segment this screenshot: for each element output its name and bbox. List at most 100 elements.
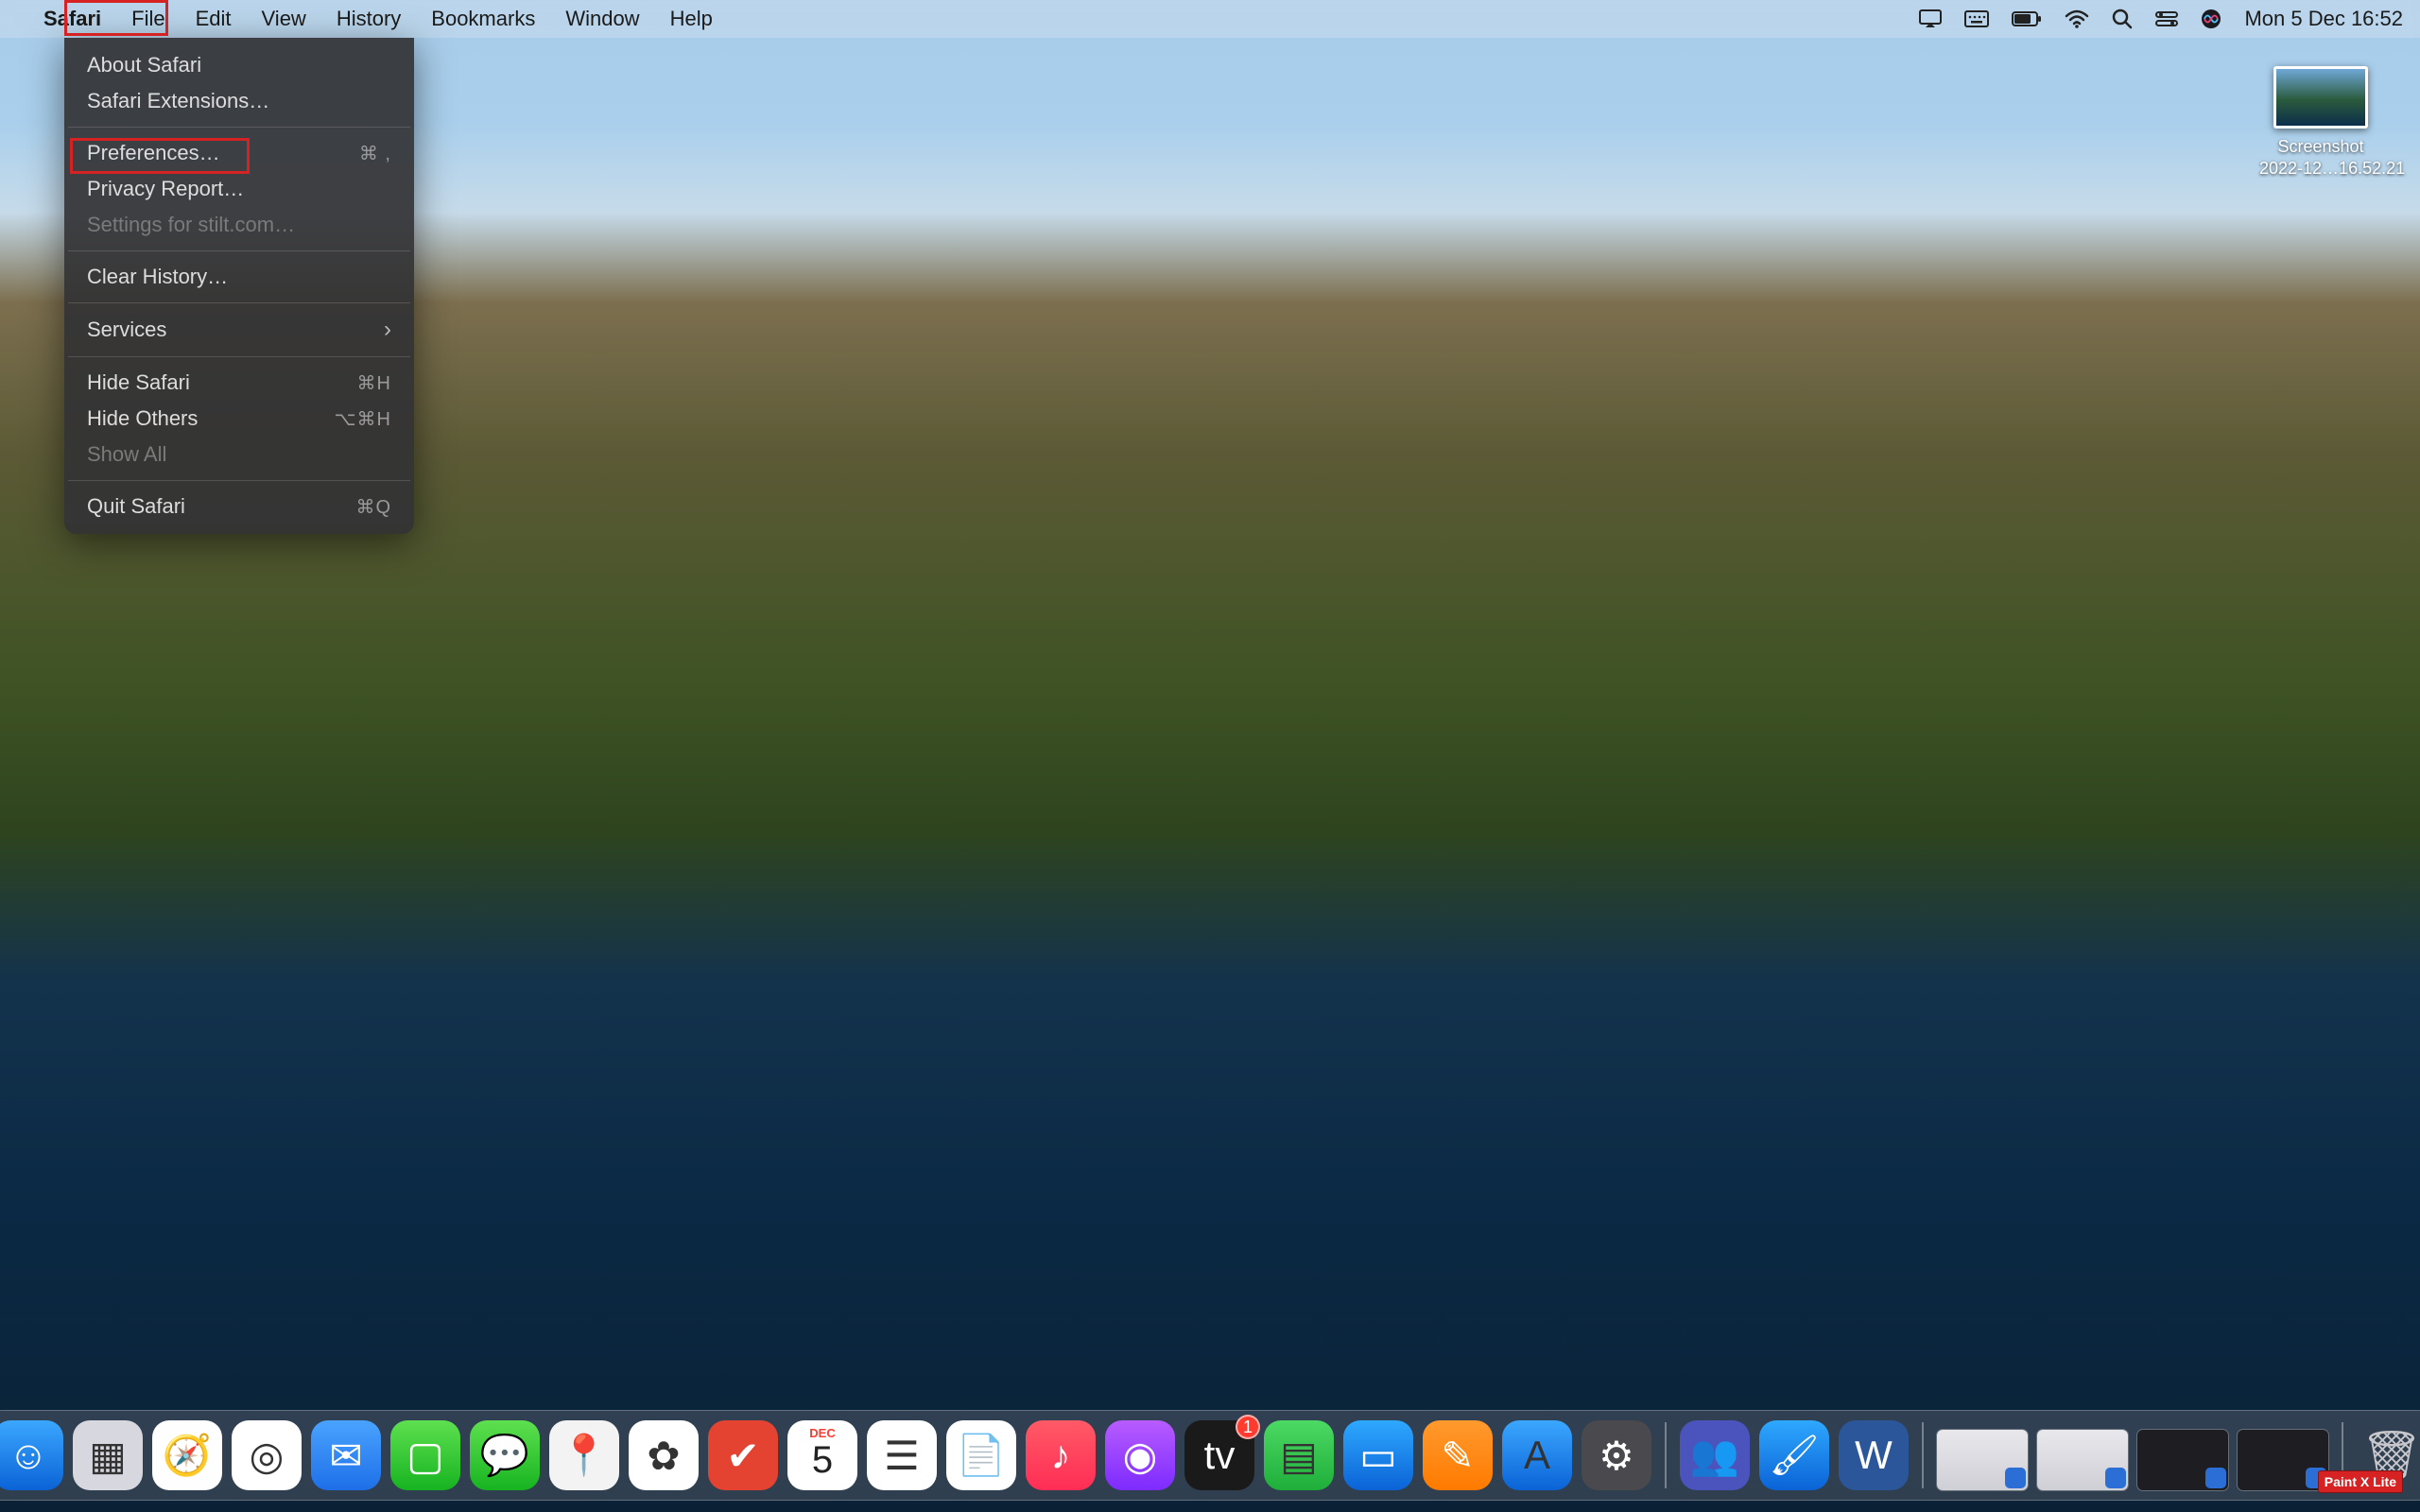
menu-item-privacy-report[interactable]: Privacy Report…: [64, 171, 414, 207]
safari-icon: 🧭: [163, 1433, 212, 1479]
desktop-file-screenshot[interactable]: Screenshot 2022-12…16.52.21: [2259, 66, 2382, 179]
dock-app-chrome[interactable]: ◎: [232, 1420, 302, 1490]
menu-item-label: Hide Others: [87, 406, 198, 431]
control-center-icon[interactable]: [2144, 10, 2189, 27]
dock-app-numbers[interactable]: ▤: [1264, 1420, 1334, 1490]
dock-app-paintx[interactable]: 🖌: [1759, 1420, 1829, 1490]
maps-icon: 📍: [560, 1433, 609, 1479]
menu-item-settings-for-stilt-com: Settings for stilt.com…: [64, 207, 414, 243]
menu-item-clear-history[interactable]: Clear History…: [64, 259, 414, 295]
menu-item-label: Clear History…: [87, 265, 228, 289]
dock-minimized-window[interactable]: [1937, 1430, 2028, 1490]
dock-app-launchpad[interactable]: ▦: [73, 1420, 143, 1490]
launchpad-icon: ▦: [89, 1433, 127, 1479]
menu-help[interactable]: Help: [655, 3, 728, 35]
menu-item-preferences[interactable]: Preferences… ⌘ ,: [64, 135, 414, 171]
paintx-icon: 🖌: [1769, 1433, 1819, 1479]
menu-item-show-all: Show All: [64, 437, 414, 472]
dock-app-finder[interactable]: ☺: [0, 1420, 63, 1490]
dock-app-photos[interactable]: ✿: [629, 1420, 699, 1490]
menu-bookmarks[interactable]: Bookmarks: [416, 3, 550, 35]
dock-minimized-window[interactable]: [2137, 1430, 2228, 1490]
dock-app-messages[interactable]: 💬: [470, 1420, 540, 1490]
system-preferences-icon: ⚙: [1599, 1433, 1634, 1479]
menu-item-safari-extensions[interactable]: Safari Extensions…: [64, 83, 414, 119]
teams-icon: 👥: [1690, 1433, 1739, 1479]
dock-app-word[interactable]: W: [1839, 1420, 1909, 1490]
dock-app-mail[interactable]: ✉: [311, 1420, 381, 1490]
menu-item-about-safari[interactable]: About Safari: [64, 47, 414, 83]
dock: ☺▦🧭◎✉▢💬📍✿✔DEC5☰📄♪◉tv1▤▭✎A⚙👥🖌W🗑: [0, 1410, 2420, 1501]
podcasts-icon: ◉: [1123, 1433, 1158, 1479]
menubar-right: Mon 5 Dec 16:52: [1908, 7, 2407, 31]
dock-app-facetime[interactable]: ▢: [390, 1420, 460, 1490]
menu-item-label: Settings for stilt.com…: [87, 213, 295, 237]
menu-separator: [68, 480, 410, 481]
dock-app-system-preferences[interactable]: ⚙: [1582, 1420, 1651, 1490]
mail-icon: ✉: [329, 1433, 362, 1479]
file-thumbnail: [2273, 66, 2368, 129]
menu-item-shortcut: ⌘H: [357, 371, 391, 395]
watermark-badge: Paint X Lite: [2318, 1470, 2403, 1493]
menu-item-shortcut: ⌘ ,: [359, 142, 391, 165]
menu-item-label: Preferences…: [87, 141, 220, 165]
menu-item-services[interactable]: Services›: [64, 311, 414, 349]
menu-file[interactable]: File: [116, 3, 180, 35]
menu-item-label: Quit Safari: [87, 494, 185, 519]
reminders-icon: ☰: [884, 1433, 920, 1479]
dock-minimized-window[interactable]: [2238, 1430, 2328, 1490]
menu-separator: [68, 127, 410, 128]
menubar-clock[interactable]: Mon 5 Dec 16:52: [2233, 7, 2407, 31]
menu-item-shortcut: ⌘Q: [355, 495, 391, 519]
dock-minimized-window[interactable]: [2037, 1430, 2128, 1490]
menu-item-label: Safari Extensions…: [87, 89, 269, 113]
notes-icon: 📄: [957, 1433, 1006, 1479]
menubar: Safari File Edit View History Bookmarks …: [0, 0, 2420, 38]
spotlight-icon[interactable]: [2100, 9, 2144, 29]
file-label-line1: Screenshot: [2259, 136, 2382, 158]
dock-app-reminders[interactable]: ☰: [867, 1420, 937, 1490]
menu-item-hide-others[interactable]: Hide Others ⌥⌘H: [64, 401, 414, 437]
menu-separator: [68, 302, 410, 303]
messages-icon: 💬: [480, 1433, 529, 1479]
dock-app-safari[interactable]: 🧭: [152, 1420, 222, 1490]
menu-view[interactable]: View: [247, 3, 321, 35]
dock-app-music[interactable]: ♪: [1026, 1420, 1096, 1490]
dock-app-podcasts[interactable]: ◉: [1105, 1420, 1175, 1490]
menu-history[interactable]: History: [321, 3, 416, 35]
menu-item-label: Hide Safari: [87, 370, 190, 395]
dock-app-pages[interactable]: ✎: [1423, 1420, 1493, 1490]
siri-icon[interactable]: [2189, 9, 2233, 29]
wifi-icon[interactable]: [2053, 9, 2100, 28]
dock-app-teams[interactable]: 👥: [1680, 1420, 1750, 1490]
dock-app-appstore[interactable]: A: [1502, 1420, 1572, 1490]
pages-icon: ✎: [1441, 1433, 1474, 1479]
word-icon: W: [1855, 1433, 1893, 1478]
dock-app-calendar[interactable]: DEC5: [787, 1420, 857, 1490]
menu-item-shortcut: ⌥⌘H: [335, 407, 392, 431]
dock-app-keynote[interactable]: ▭: [1343, 1420, 1413, 1490]
dock-separator: [1665, 1422, 1667, 1488]
dock-app-maps[interactable]: 📍: [549, 1420, 619, 1490]
menu-separator: [68, 250, 410, 251]
badge: 1: [1236, 1415, 1260, 1439]
menu-item-label: Privacy Report…: [87, 177, 244, 201]
menu-item-label: Show All: [87, 442, 166, 467]
battery-icon[interactable]: [2000, 11, 2053, 26]
file-label-line2: 2022-12…16.52.21: [2259, 158, 2382, 180]
menu-edit[interactable]: Edit: [181, 3, 247, 35]
menu-item-quit-safari[interactable]: Quit Safari ⌘Q: [64, 489, 414, 524]
app-menu-safari[interactable]: Safari: [28, 3, 116, 35]
menubar-left: Safari File Edit View History Bookmarks …: [13, 3, 728, 35]
menu-item-hide-safari[interactable]: Hide Safari ⌘H: [64, 365, 414, 401]
keyboard-input-icon[interactable]: [1953, 10, 2000, 27]
dock-app-todoist[interactable]: ✔: [708, 1420, 778, 1490]
screen-mirroring-icon[interactable]: [1908, 9, 1953, 28]
facetime-icon: ▢: [406, 1433, 444, 1479]
menu-window[interactable]: Window: [550, 3, 654, 35]
todoist-icon: ✔: [726, 1433, 759, 1479]
dock-app-notes[interactable]: 📄: [946, 1420, 1016, 1490]
dock-app-appletv[interactable]: tv1: [1184, 1420, 1254, 1490]
numbers-icon: ▤: [1280, 1433, 1318, 1479]
menu-item-label: Services: [87, 318, 166, 342]
